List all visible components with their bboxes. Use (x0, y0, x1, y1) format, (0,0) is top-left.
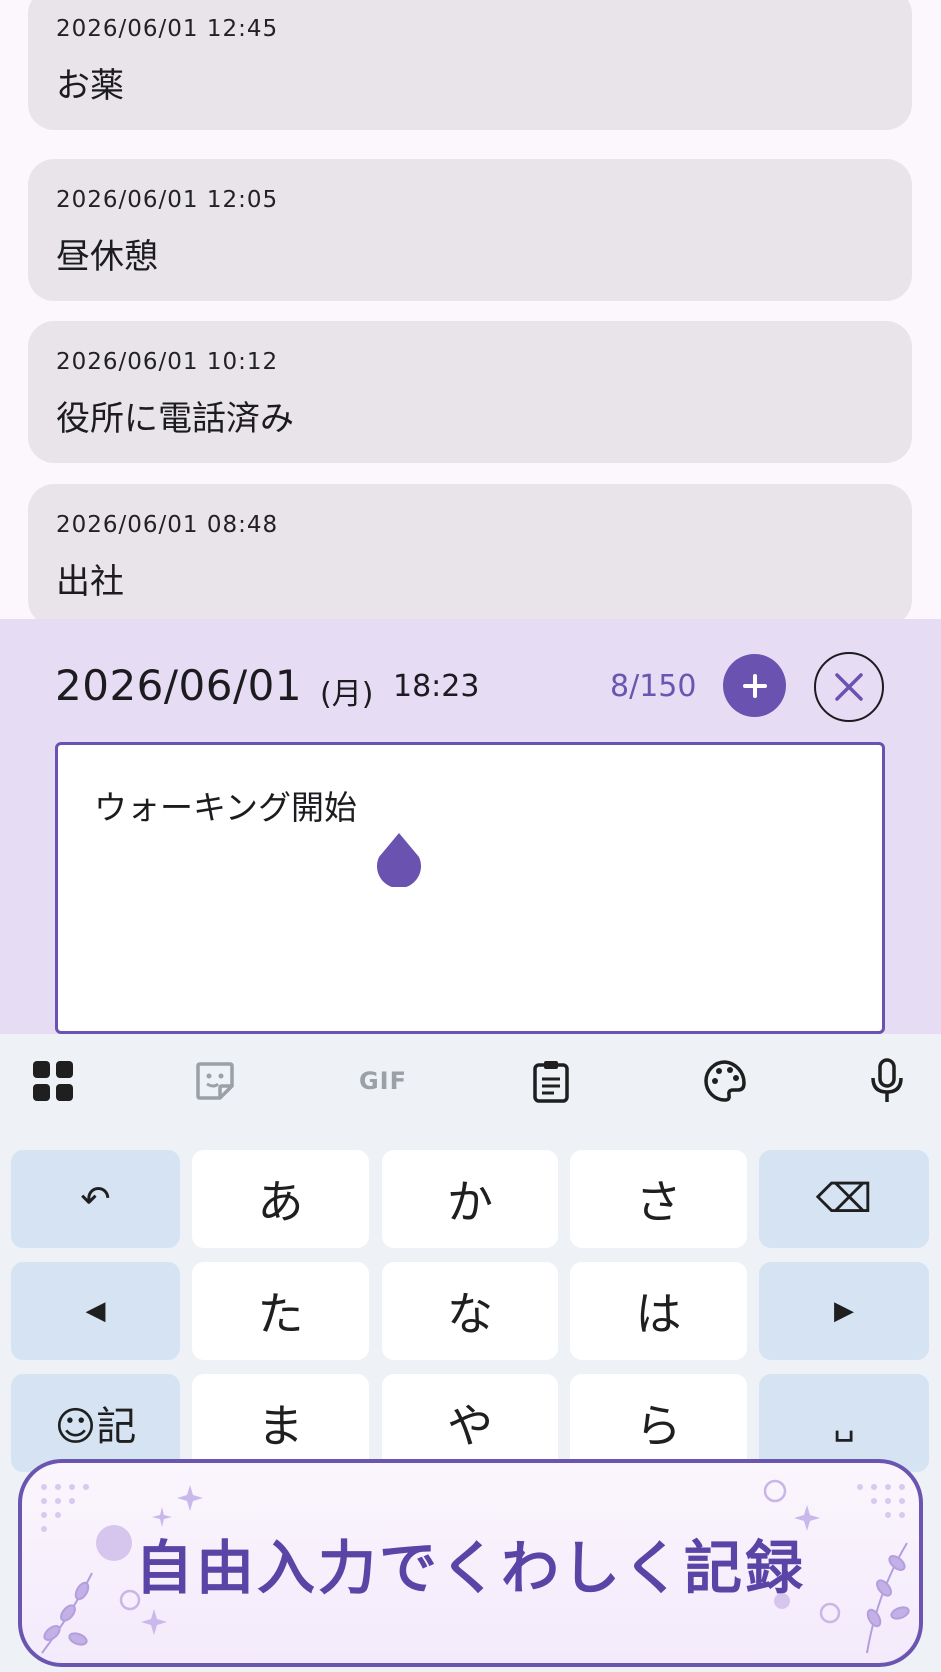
microphone-icon[interactable] (862, 1056, 912, 1106)
entry-timestamp: 2026/06/01 12:45 (56, 16, 279, 42)
arrow-right-icon: ▶ (834, 1296, 854, 1326)
key-ta[interactable]: た (192, 1262, 369, 1360)
palette-icon[interactable] (700, 1056, 750, 1106)
apps-grid-icon[interactable] (28, 1056, 78, 1106)
key-ha[interactable]: は (570, 1262, 747, 1360)
editor-date[interactable]: 2026/06/01 (55, 661, 302, 710)
plus-icon (742, 673, 767, 698)
space-key[interactable]: ␣ (759, 1374, 929, 1472)
cursor-right-key[interactable]: ▶ (759, 1262, 929, 1360)
key-ka[interactable]: か (382, 1150, 558, 1248)
entry-card[interactable]: 2026/06/01 10:12 役所に電話済み (28, 321, 912, 463)
keyboard-toolbar: GIF (0, 1034, 941, 1129)
gif-icon[interactable]: GIF (355, 1056, 411, 1106)
char-counter: 8/150 (610, 669, 697, 704)
close-editor-button[interactable] (814, 652, 884, 722)
key-ma[interactable]: ま (192, 1374, 369, 1472)
key-a[interactable]: あ (192, 1150, 369, 1248)
add-entry-button[interactable] (723, 654, 786, 717)
sticker-icon[interactable] (190, 1056, 240, 1106)
entry-card[interactable]: 2026/06/01 08:48 出社 (28, 484, 912, 626)
editor-time[interactable]: 18:23 (393, 669, 479, 704)
backspace-icon: ⌫ (815, 1176, 873, 1222)
key-ya[interactable]: や (382, 1374, 558, 1472)
entry-card[interactable]: 2026/06/01 12:05 昼休憩 (28, 159, 912, 301)
key-na[interactable]: な (382, 1262, 558, 1360)
arrow-left-icon: ◀ (85, 1296, 106, 1326)
entry-input-value: ウォーキング開始 (94, 788, 358, 827)
backspace-key[interactable]: ⌫ (759, 1150, 929, 1248)
undo-key[interactable]: ↶ (11, 1150, 180, 1248)
gif-label: GIF (358, 1067, 408, 1095)
entry-editor: 2026/06/01 (月) 18:23 8/150 ウォーキング開始 (0, 619, 941, 1034)
entry-text: 昼休憩 (56, 237, 158, 277)
space-icon: ␣ (833, 1403, 855, 1443)
feature-banner: 自由入力でくわしく記録 (18, 1459, 923, 1667)
banner-title: 自由入力でくわしく記録 (134, 1534, 806, 1602)
key-ra[interactable]: ら (570, 1374, 747, 1472)
emoji-symbol-key[interactable]: ☺記 (11, 1374, 180, 1472)
key-sa[interactable]: さ (570, 1150, 747, 1248)
entry-card[interactable]: 2026/06/01 12:45 お薬 (28, 0, 912, 130)
entry-text: お薬 (56, 66, 124, 106)
editor-day-of-week: (月) (320, 677, 374, 712)
close-icon (835, 673, 863, 701)
clipboard-icon[interactable] (526, 1056, 576, 1106)
entry-text-input[interactable]: ウォーキング開始 (55, 742, 885, 1034)
cursor-left-key[interactable]: ◀ (11, 1262, 180, 1360)
undo-icon: ↶ (80, 1178, 111, 1220)
entry-timestamp: 2026/06/01 12:05 (56, 187, 279, 213)
entry-text: 役所に電話済み (56, 399, 294, 439)
cursor-handle-icon[interactable] (375, 831, 423, 887)
entry-timestamp: 2026/06/01 10:12 (56, 349, 279, 375)
entry-timestamp: 2026/06/01 08:48 (56, 512, 279, 538)
entry-text: 出社 (56, 562, 124, 602)
